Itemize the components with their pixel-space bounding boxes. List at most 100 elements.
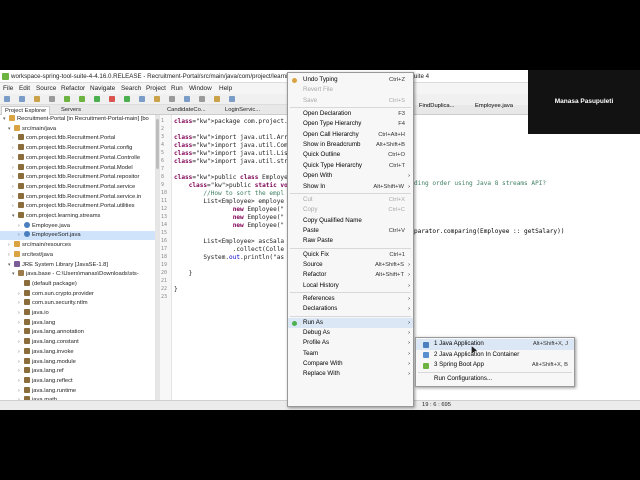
explorer-tab-1[interactable]: Servers [58, 106, 84, 115]
menu-help[interactable]: Help [219, 85, 232, 92]
toolbar-button-icon[interactable] [94, 96, 100, 102]
editor-tab[interactable]: LoginServic... [222, 106, 263, 115]
menu-item-quick-outline[interactable]: Quick Outline Ctrl+O [288, 150, 413, 161]
tree-item[interactable]: › EmployeeSort.java [0, 231, 155, 241]
menu-navigate[interactable]: Navigate [90, 85, 115, 92]
menu-item-open-type-hierarchy[interactable]: Open Type Hierarchy F4 [288, 119, 413, 130]
menu-item-open-with[interactable]: Open With › [288, 171, 413, 182]
menu-item-declarations[interactable]: Declarations › [288, 304, 413, 315]
tree-item[interactable]: › java.lang.runtime [0, 386, 155, 396]
menu-item-refactor[interactable]: Refactor Alt+Shift+T › [288, 270, 413, 281]
tree-item[interactable]: › java.lang.ref [0, 367, 155, 376]
menu-item-paste[interactable]: Paste Ctrl+V [288, 226, 413, 237]
tree-item[interactable]: › Employee.java [0, 221, 155, 231]
tree-item[interactable]: › java.lang.annotation [0, 328, 155, 337]
tree-item[interactable]: › com.sun.crypto.provider [0, 289, 155, 299]
toolbar-button-icon[interactable] [139, 96, 145, 102]
tree-item[interactable]: › com.project.fdb.Recruitment.Portal.repo… [0, 173, 155, 182]
tree-item[interactable]: › com.project.fdb.Recruitment.Portal [0, 134, 155, 143]
menu-source[interactable]: Source [36, 85, 56, 92]
toolbar-button-icon[interactable] [79, 96, 85, 102]
editor-tab[interactable]: FindDuplica... [419, 103, 454, 109]
submenu-item-2-java-application-in-container[interactable]: 2 Java Application In Container [416, 350, 574, 361]
toolbar-button-icon[interactable] [4, 96, 10, 102]
tree-item[interactable]: ▾ src/main/java [0, 124, 155, 134]
toolbar-button-icon[interactable] [49, 96, 55, 102]
code-line[interactable]: new Employee(" [174, 214, 284, 222]
menu-search[interactable]: Search [121, 85, 141, 92]
code-line[interactable]: } [174, 270, 193, 278]
tree-item[interactable]: › com.project.fdb.Recruitment.Portal.serv… [0, 192, 155, 202]
menu-window[interactable]: Window [189, 85, 212, 92]
menu-item-copy-qualified-name[interactable]: Copy Qualified Name [288, 216, 413, 227]
expand-arrow-icon[interactable]: › [18, 222, 24, 231]
menu-project[interactable]: Project [146, 85, 166, 92]
tree-item[interactable]: › java.lang.reflect [0, 376, 155, 386]
tree-item[interactable]: › com.project.fdb.Recruitment.Portal.util… [0, 202, 155, 211]
menu-item-team[interactable]: Team › [288, 349, 413, 360]
menu-item-local-history[interactable]: Local History › [288, 281, 413, 292]
menu-item-run-as[interactable]: Run As › [288, 317, 413, 329]
menu-run[interactable]: Run [171, 85, 183, 92]
tree-item[interactable]: › java.io [0, 309, 155, 318]
menu-item-references[interactable]: References › [288, 294, 413, 305]
toolbar-button-icon[interactable] [169, 96, 175, 102]
tree-item[interactable]: › com.project.fdb.Recruitment.Portal.Cont… [0, 153, 155, 163]
toolbar-button-icon[interactable] [34, 96, 40, 102]
tree-item[interactable]: › com.project.fdb.Recruitment.Portal.serv… [0, 182, 155, 192]
tree-item[interactable]: › java.lang.module [0, 357, 155, 367]
menu-item-source[interactable]: Source Alt+Shift+S › [288, 260, 413, 271]
toolbar-button-icon[interactable] [184, 96, 190, 102]
code-line[interactable]: List<Employee> ascSala [174, 238, 284, 246]
code-line[interactable]: List<Employee> employe [174, 198, 284, 206]
tree-item[interactable]: › com.project.fdb.Recruitment.Portal.Mode… [0, 163, 155, 173]
tree-item[interactable]: › com.sun.security.ntlm [0, 299, 155, 308]
toolbar-button-icon[interactable] [64, 96, 70, 102]
menu-item-show-in-breadcrumb[interactable]: Show in Breadcrumb Alt+Shift+B [288, 140, 413, 151]
tree-item[interactable]: › src/test/java [0, 250, 155, 260]
menu-item-profile-as[interactable]: Profile As › [288, 338, 413, 349]
editor-tab[interactable]: Employee.java [475, 103, 513, 109]
tree-item[interactable]: › src/main/resources [0, 241, 155, 250]
code-line[interactable]: } [174, 286, 178, 294]
code-line[interactable]: new Employee(" [174, 222, 284, 230]
menu-edit[interactable]: Edit [19, 85, 30, 92]
code-line[interactable]: class="kw">import java.util.Arrays; [174, 134, 302, 142]
toolbar-button-icon[interactable] [229, 96, 235, 102]
tree-item[interactable]: ▾ java.base - C:\Users\manas\Downloads\st… [0, 270, 155, 279]
tree-item[interactable]: › java.lang [0, 318, 155, 328]
toolbar-button-icon[interactable] [124, 96, 130, 102]
code-line[interactable]: .collect(Colle [174, 246, 284, 254]
tree-item[interactable]: ▾ com.project.learning.streams [0, 212, 155, 221]
menu-item-replace-with[interactable]: Replace With › [288, 369, 413, 380]
menu-item-debug-as[interactable]: Debug As › [288, 328, 413, 339]
code-line[interactable]: //How to sort the empl [174, 190, 284, 198]
tree-item[interactable]: (default package) [0, 279, 155, 289]
menu-item-open-declaration[interactable]: Open Declaration F3 [288, 109, 413, 120]
menu-item-quick-type-hierarchy[interactable]: Quick Type Hierarchy Ctrl+T [288, 161, 413, 172]
menu-item-compare-with[interactable]: Compare With › [288, 359, 413, 370]
toolbar-button-icon[interactable] [19, 96, 25, 102]
scrollbar-thumb[interactable] [156, 119, 159, 169]
tree-item[interactable]: ▾ Recruitment-Portal [in Recruitment-Port… [0, 115, 155, 124]
tree-item[interactable]: › java.lang.invoke [0, 347, 155, 357]
toolbar-button-icon[interactable] [154, 96, 160, 102]
menu-item-raw-paste[interactable]: Raw Paste [288, 236, 413, 247]
submenu-item-run-configurations[interactable]: Run Configurations... [416, 374, 574, 385]
menu-item-undo-typing[interactable]: Undo Typing Ctrl+Z [288, 75, 413, 86]
submenu-item-1-java-application[interactable]: 1 Java Application Alt+Shift+X, J [416, 339, 574, 350]
code-line[interactable]: new Employee(" [174, 206, 284, 214]
toolbar-button-icon[interactable] [109, 96, 115, 102]
menu-item-show-in[interactable]: Show In Alt+Shift+W › [288, 182, 413, 193]
toolbar-button-icon[interactable] [214, 96, 220, 102]
tree-item[interactable]: ▾ JRE System Library [JavaSE-1.8] [0, 260, 155, 270]
explorer-tab-0[interactable]: Project Explorer [1, 106, 51, 115]
tree-item[interactable]: › com.project.fdb.Recruitment.Portal.conf… [0, 144, 155, 153]
submenu-item-3-spring-boot-app[interactable]: 3 Spring Boot App Alt+Shift+X, B [416, 360, 574, 371]
menu-item-open-call-hierarchy[interactable]: Open Call Hierarchy Ctrl+Alt+H [288, 130, 413, 141]
code-line[interactable]: class="kw">import java.util.List; [174, 150, 295, 158]
toolbar-button-icon[interactable] [199, 96, 205, 102]
code-line[interactable]: System.out.println("as [174, 254, 284, 262]
tree-item[interactable]: › java.lang.constant [0, 338, 155, 347]
menu-file[interactable]: File [3, 85, 13, 92]
